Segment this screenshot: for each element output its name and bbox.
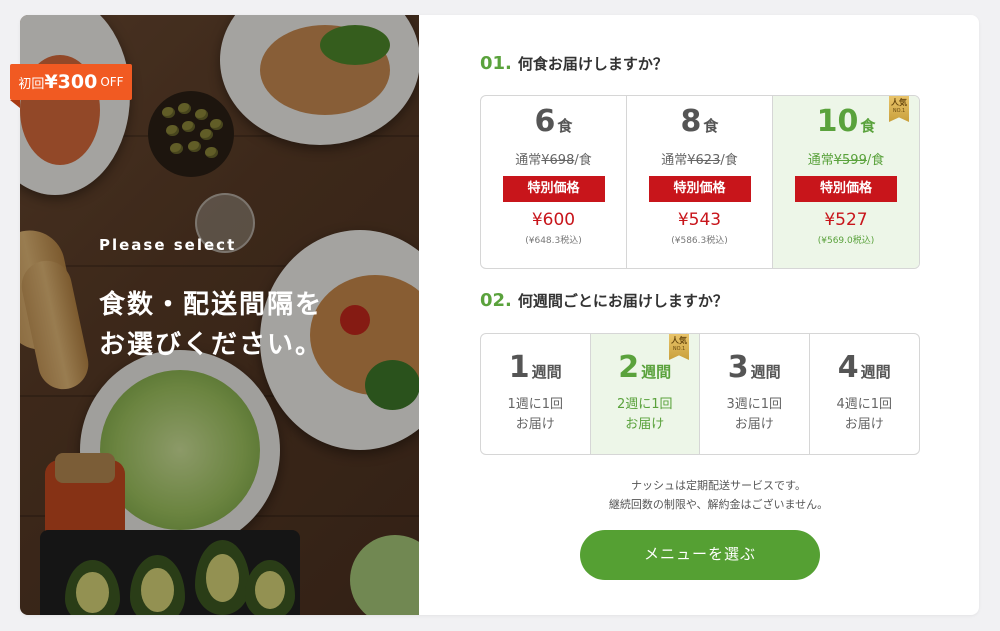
sale-price: ¥527 — [824, 210, 868, 230]
interval-weeks: 4 週間 — [837, 350, 891, 385]
tax-included-price: (¥569.0税込) — [817, 236, 875, 246]
tax-included-price: (¥586.3税込) — [671, 236, 728, 246]
question-label: 何週間ごとにお届けしますか？ — [517, 292, 728, 310]
hero-title-line: お選びください。 — [99, 330, 324, 360]
meal-count-question: 01. 何食お届けしますか？ — [480, 53, 668, 74]
interval-option-3-weeks[interactable]: 3 週間 3週に1回 お届け — [700, 334, 810, 454]
note-line: ナッシュは定期配送サービスです。 — [631, 479, 806, 492]
question-label: 何食お届けしますか？ — [517, 55, 668, 73]
hero-title: 食数・配送間隔を お選びください。 — [99, 285, 399, 365]
note-line: 継続回数の制限や、解約金はございません。 — [608, 498, 829, 511]
delivery-interval-options: 1 週間 1週に1回 お届け 人気 NO.1 2 週間 2週に1回 お届け 3 週間 3週 — [480, 333, 920, 455]
interval-option-1-week[interactable]: 1 週間 1週に1回 お届け — [481, 334, 591, 454]
interval-description: 2週に1回 お届け — [616, 397, 673, 432]
meal-count: 8食 — [680, 104, 719, 139]
interval-option-2-weeks[interactable]: 人気 NO.1 2 週間 2週に1回 お届け — [590, 334, 700, 454]
meal-count: 6食 — [534, 104, 573, 139]
meal-option-8[interactable]: 8食 通常¥623/食 特別価格 ¥543 (¥586.3税込) — [627, 96, 773, 268]
selection-card: Please select 食数・配送間隔を お選びください。 01. 何食お届… — [20, 15, 979, 615]
special-price-badge: 特別価格 — [795, 176, 897, 202]
promo-ribbon-tail — [10, 100, 20, 108]
tax-included-price: (¥648.3税込) — [525, 236, 582, 246]
regular-price: 通常¥698/食 — [515, 153, 592, 168]
sale-price: ¥543 — [677, 210, 722, 230]
question-number: 02. — [480, 290, 512, 311]
promo-suffix: OFF — [100, 75, 124, 89]
interval-weeks: 1 週間 — [508, 350, 562, 385]
promo-prefix: 初回 — [18, 76, 45, 92]
choose-menu-button[interactable]: メニューを選ぶ — [580, 530, 820, 580]
delivery-interval-question: 02. 何週間ごとにお届けしますか？ — [480, 290, 728, 311]
food-photo-panel: Please select 食数・配送間隔を お選びください。 — [20, 15, 419, 615]
special-price-badge: 特別価格 — [648, 176, 751, 202]
interval-description: 1週に1回 お届け — [507, 397, 564, 432]
interval-weeks: 3 週間 — [727, 350, 781, 385]
subscription-note: ナッシュは定期配送サービスです。 継続回数の制限や、解約金はございません。 — [480, 476, 957, 514]
interval-description: 3週に1回 お届け — [726, 397, 783, 432]
hero-subtitle: Please select — [99, 236, 237, 254]
hero-title-line: 食数・配送間隔を — [99, 290, 324, 320]
meal-option-6[interactable]: 6食 通常¥698/食 特別価格 ¥600 (¥648.3税込) — [481, 96, 627, 268]
regular-price: 通常¥623/食 — [661, 153, 738, 168]
special-price-badge: 特別価格 — [502, 176, 605, 202]
meal-count-options: 6食 通常¥698/食 特別価格 ¥600 (¥648.3税込) 8食 通常¥6… — [480, 95, 920, 269]
interval-description: 4週に1回 お届け — [836, 397, 893, 432]
promo-amount: ¥300 — [44, 71, 98, 93]
first-order-discount-badge: 初回 ¥300 OFF — [10, 64, 132, 100]
meal-option-10[interactable]: 人気 NO.1 10 食 通常¥599/食 特別価格 ¥527 (¥569.0税込… — [773, 96, 919, 268]
sale-price: ¥600 — [531, 210, 576, 230]
interval-option-4-weeks[interactable]: 4 週間 4週に1回 お届け — [810, 334, 920, 454]
question-number: 01. — [480, 53, 512, 74]
regular-price: 通常¥599/食 — [807, 153, 885, 168]
